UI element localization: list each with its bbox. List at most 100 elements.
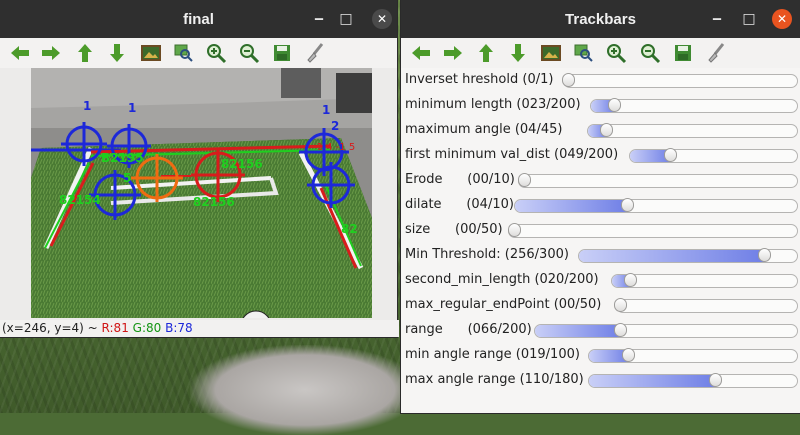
save-icon[interactable] — [271, 42, 293, 64]
arrow-up-icon[interactable] — [475, 42, 497, 64]
slider-label: first minimum val_dist (049/200) — [405, 147, 619, 162]
arrow-left-icon[interactable] — [9, 42, 31, 64]
maximize-button[interactable]: □ — [739, 9, 759, 29]
save-icon[interactable] — [672, 42, 694, 64]
slider-label: minimum length (023/200) — [405, 97, 581, 112]
image-icon[interactable] — [140, 42, 162, 64]
slider-label: max_regular_endPoint (00/50) — [405, 297, 602, 312]
slider-fill — [589, 375, 717, 387]
slider-label: min angle range (019/100) — [405, 347, 580, 362]
minimize-button[interactable]: ‒ — [707, 9, 727, 29]
slider-handle[interactable] — [621, 348, 635, 362]
slider-track[interactable] — [514, 198, 798, 213]
overlay-label-9: 82 — [341, 222, 358, 236]
maximize-button[interactable]: □ — [336, 9, 356, 29]
slider-handle[interactable] — [614, 323, 628, 337]
slider-handle[interactable] — [517, 173, 531, 187]
arrow-down-icon[interactable] — [507, 42, 529, 64]
slider-fill — [535, 325, 622, 337]
slider-handle[interactable] — [623, 273, 637, 287]
slider-track[interactable] — [590, 98, 798, 113]
overlay-label-10: 5 — [123, 171, 131, 185]
slider-track[interactable] — [517, 173, 798, 188]
slider-handle[interactable] — [620, 198, 634, 212]
slider-handle[interactable] — [613, 298, 627, 312]
slider-label: size (00/50) — [405, 222, 503, 237]
slider-label: max angle range (110/180) — [405, 372, 584, 387]
overlay-label-2: 1 — [128, 101, 136, 115]
slider-track[interactable] — [629, 148, 798, 163]
slider-row: second_min_length (020/200) — [401, 268, 800, 293]
slider-label: range (066/200) — [405, 322, 532, 337]
zoom-fit-icon[interactable] — [572, 42, 594, 64]
brush-icon[interactable] — [304, 42, 326, 64]
slider-handle[interactable] — [599, 123, 613, 137]
slider-row: size (00/50) — [401, 218, 800, 243]
title-bar[interactable]: Trackbars ‒ □ ✕ — [401, 0, 800, 38]
slider-row: min angle range (019/100) — [401, 343, 800, 368]
slider-row: max_regular_endPoint (00/50) — [401, 293, 800, 318]
overlay-label-7: 82154 — [59, 193, 101, 207]
slider-track[interactable] — [588, 348, 798, 363]
slider-track[interactable] — [611, 273, 798, 288]
zoom-out-icon[interactable] — [639, 42, 661, 64]
arrow-left-icon[interactable] — [410, 42, 432, 64]
slider-row: minimum length (023/200) — [401, 93, 800, 118]
slider-label: Erode (00/10) — [405, 172, 515, 187]
arrow-right-icon[interactable] — [40, 42, 62, 64]
zoom-in-icon[interactable] — [205, 42, 227, 64]
slider-track[interactable] — [588, 373, 798, 388]
red-value: R:81 — [101, 321, 129, 335]
arrow-down-icon[interactable] — [106, 42, 128, 64]
desktop-object — [190, 345, 420, 435]
slider-label: dilate (04/10) — [405, 197, 514, 212]
brush-icon[interactable] — [705, 42, 727, 64]
overlay-label-1: 1 — [83, 99, 91, 113]
detection-overlay: 1 1 1 2 B2195 82156 82154 82156 82 5 -1 … — [31, 68, 372, 318]
slider-track[interactable] — [507, 223, 798, 238]
slider-row: range (066/200) — [401, 318, 800, 343]
slider-track[interactable] — [578, 248, 798, 263]
image-icon[interactable] — [540, 42, 562, 64]
zoom-out-icon[interactable] — [238, 42, 260, 64]
minimize-button[interactable]: ‒ — [309, 9, 329, 29]
slider-handle[interactable] — [507, 223, 521, 237]
slider-fill — [579, 250, 766, 262]
slider-row: first minimum val_dist (049/200) — [401, 143, 800, 168]
slider-track[interactable] — [587, 123, 798, 138]
zoom-fit-icon[interactable] — [172, 42, 194, 64]
trackbars-window: Trackbars ‒ □ ✕ Inverset hreshold (0/1) … — [401, 0, 800, 413]
slider-row: max angle range (110/180) — [401, 368, 800, 393]
slider-track[interactable] — [561, 73, 798, 88]
overlay-label-3: 1 — [322, 103, 330, 117]
slider-handle[interactable] — [607, 98, 621, 112]
arrow-up-icon[interactable] — [74, 42, 96, 64]
blue-value: B:78 — [165, 321, 193, 335]
final-window: final ‒ □ ✕ 1 1 1 2 B2195 82156 82154 82… — [0, 0, 399, 337]
slider-row: Min Threshold: (256/300) — [401, 243, 800, 268]
green-value: G:80 — [132, 321, 162, 335]
slider-handle[interactable] — [709, 373, 723, 387]
camera-frame[interactable]: 1 1 1 2 B2195 82156 82154 82156 82 5 -1 … — [31, 68, 372, 318]
toolbar — [0, 38, 397, 68]
arrow-right-icon[interactable] — [442, 42, 464, 64]
status-bar: (x=246, y=4) ~ R:81 G:80 B:78 — [0, 320, 399, 337]
slider-handle[interactable] — [758, 248, 772, 262]
slider-handle[interactable] — [663, 148, 677, 162]
slider-track[interactable] — [613, 298, 798, 313]
slider-fill — [515, 200, 628, 212]
slider-row: Inverset hreshold (0/1) — [401, 68, 800, 93]
image-view[interactable]: 1 1 1 2 B2195 82156 82154 82156 82 5 -1 … — [0, 68, 397, 320]
toolbar — [401, 38, 800, 68]
slider-label: second_min_length (020/200) — [405, 272, 599, 287]
overlay-label-4: 2 — [331, 119, 339, 133]
slider-handle[interactable] — [561, 73, 575, 87]
close-button[interactable]: ✕ — [372, 9, 392, 29]
slider-row: dilate (04/10) — [401, 193, 800, 218]
cursor-coords: (x=246, y=4) ~ — [2, 321, 98, 335]
overlay-label-8: 82156 — [193, 195, 235, 209]
zoom-in-icon[interactable] — [605, 42, 627, 64]
title-bar[interactable]: final ‒ □ ✕ — [0, 0, 397, 38]
close-button[interactable]: ✕ — [772, 9, 792, 29]
slider-track[interactable] — [534, 323, 798, 338]
